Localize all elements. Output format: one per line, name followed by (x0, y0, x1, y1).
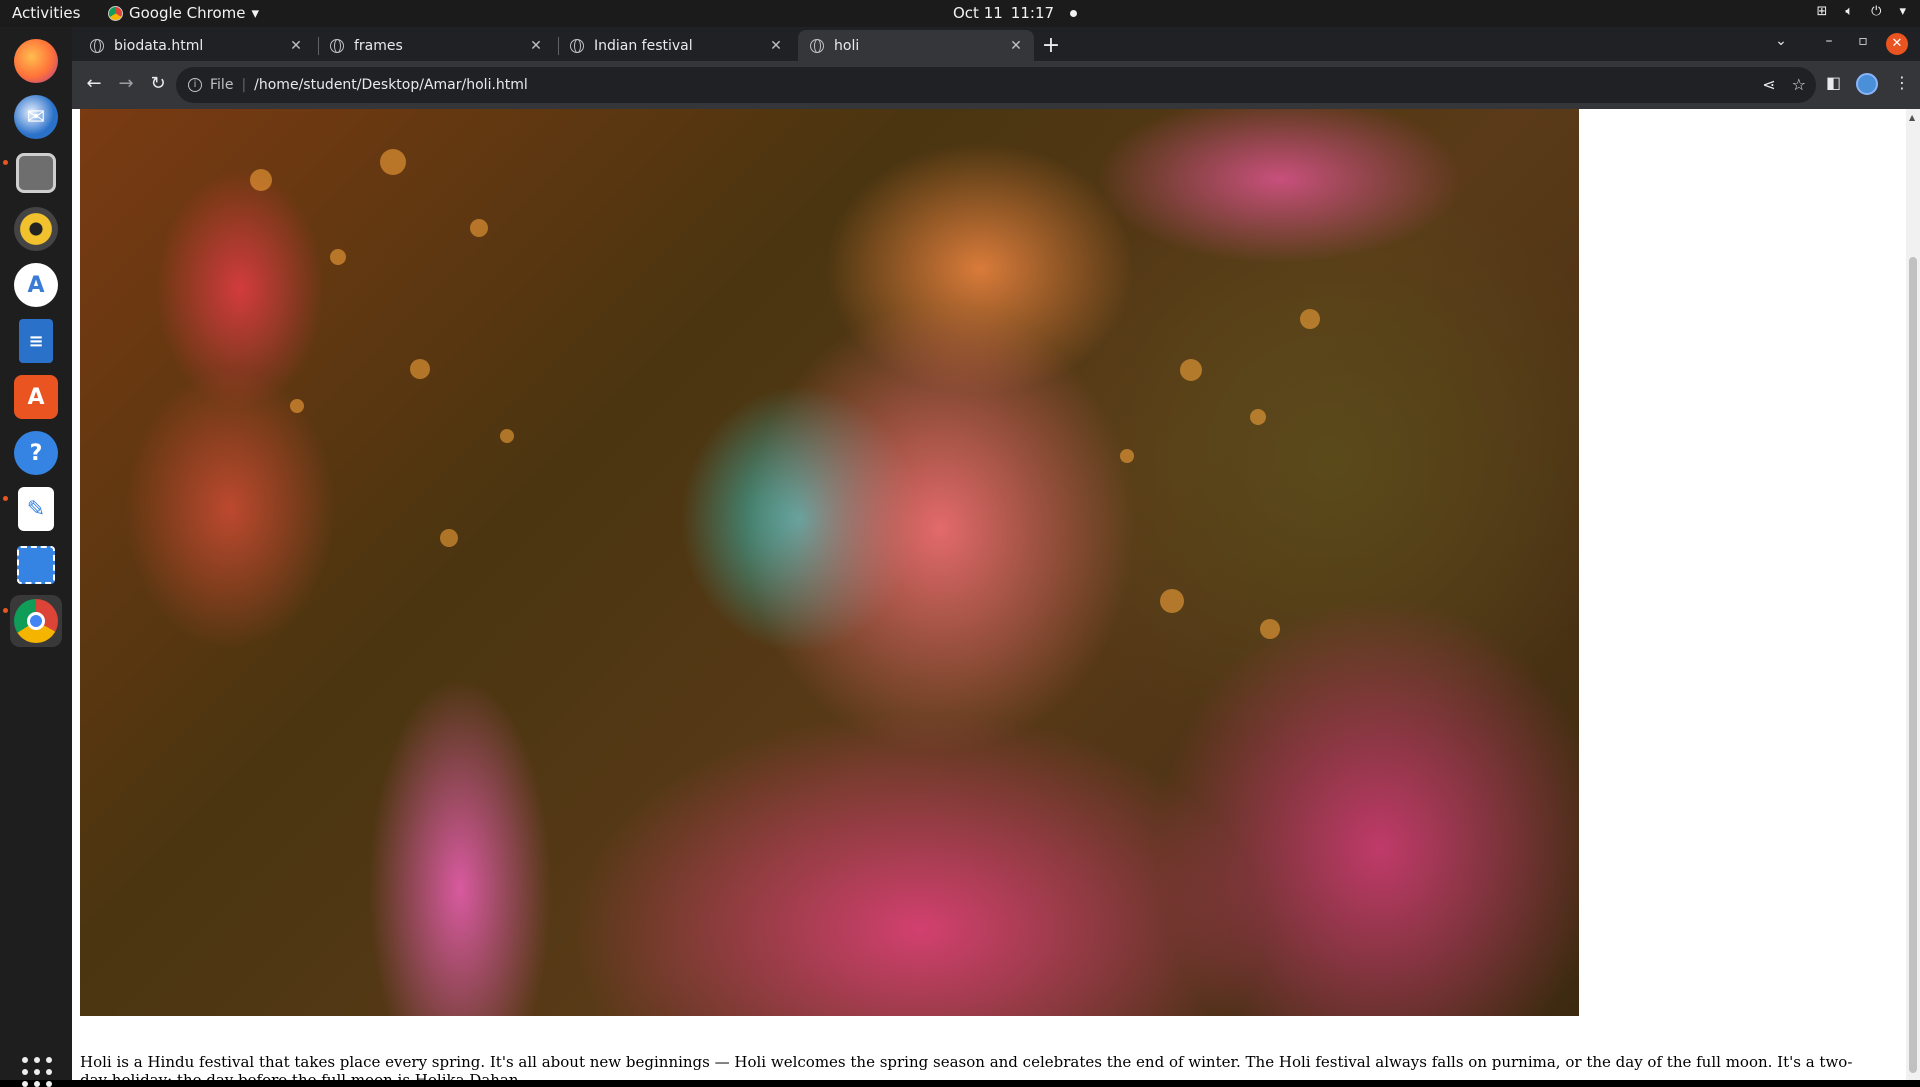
bookmark-star-icon[interactable]: ☆ (1792, 75, 1806, 94)
dock-screenshot[interactable] (10, 539, 62, 591)
caret-down-icon: ▾ (1899, 4, 1906, 19)
dock-android-studio[interactable]: A (10, 259, 62, 311)
browser-toolbar: ← → ↻ i File | /home/student/Desktop/Ama… (72, 61, 1920, 109)
dock-rhythmbox[interactable] (10, 203, 62, 255)
network-icon: ⊞ (1816, 4, 1828, 19)
scrollbar-thumb[interactable] (1909, 257, 1917, 1073)
forward-button[interactable]: → (114, 73, 138, 94)
tab-label: biodata.html (114, 37, 204, 54)
activities-button[interactable]: Activities (12, 4, 80, 22)
tab-search-icon[interactable]: ⌄ (1769, 33, 1793, 49)
app-menu[interactable]: Google Chrome ▾ (108, 4, 259, 22)
close-window-button[interactable]: ✕ (1886, 33, 1908, 55)
address-scheme: File (210, 77, 234, 93)
address-url: /home/student/Desktop/Amar/holi.html (254, 77, 528, 93)
android-studio-icon: A (14, 263, 58, 307)
vertical-scrollbar[interactable]: ▲ (1906, 109, 1920, 1080)
system-status-area[interactable]: ⊞ 🔈︎ ⏻ ▾ (1816, 4, 1906, 19)
scroll-up-icon[interactable]: ▲ (1909, 113, 1915, 122)
profile-avatar[interactable] (1856, 73, 1878, 95)
globe-icon (90, 38, 104, 53)
files-icon (16, 153, 56, 193)
dock-chrome[interactable] (10, 595, 62, 647)
running-indicator (3, 496, 8, 501)
screenshot-icon (17, 546, 55, 584)
system-top-bar: Activities Google Chrome ▾ Oct 11 11:17 … (0, 0, 1920, 27)
show-applications-icon[interactable] (22, 1057, 52, 1087)
kebab-menu-icon[interactable]: ⋮ (1894, 73, 1910, 92)
power-icon: ⏻ (1871, 4, 1882, 19)
dock-libreoffice-writer[interactable]: ≡ (10, 315, 62, 367)
maximize-button[interactable]: ▫ (1851, 33, 1875, 49)
minimize-button[interactable]: – (1817, 33, 1841, 49)
running-indicator (3, 160, 8, 165)
globe-icon (810, 38, 824, 53)
address-bar[interactable]: i File | /home/student/Desktop/Amar/holi… (176, 67, 1816, 103)
dock-firefox[interactable] (10, 35, 62, 87)
app-menu-label: Google Chrome (129, 4, 246, 22)
chrome-icon (14, 599, 58, 643)
globe-icon (570, 38, 584, 53)
holi-photo (80, 109, 1579, 1016)
running-indicator (3, 608, 8, 613)
globe-icon (330, 38, 344, 53)
clock-time: 11:17 (1010, 4, 1055, 22)
holi-description: Holi is a Hindu festival that takes plac… (80, 1053, 1853, 1080)
tab-label: Indian festival (594, 37, 693, 54)
close-tab-icon[interactable]: ✕ (766, 38, 786, 54)
reload-button[interactable]: ↻ (146, 73, 170, 94)
tab-biodata[interactable]: biodata.html ✕ (78, 30, 314, 61)
new-tab-button[interactable]: + (1038, 33, 1064, 58)
dock-ubuntu-software[interactable]: A (10, 371, 62, 423)
site-info-icon[interactable]: i (188, 78, 202, 92)
close-tab-icon[interactable]: ✕ (286, 38, 306, 54)
ubuntu-software-icon: A (14, 375, 58, 419)
clock[interactable]: Oct 11 11:17 (953, 4, 1078, 22)
volume-icon: 🔈︎ (1845, 4, 1854, 19)
back-button[interactable]: ← (82, 73, 106, 94)
share-icon[interactable]: ⋖ (1762, 75, 1775, 94)
text-editor-icon: ✎ (18, 487, 54, 531)
clock-date: Oct 11 (953, 4, 1003, 22)
dock-help[interactable]: ? (10, 427, 62, 479)
tab-indian-festival[interactable]: Indian festival ✕ (558, 30, 794, 61)
dock: ✉ A ≡ A ? ✎ (0, 27, 72, 1087)
address-divider: | (241, 77, 247, 93)
firefox-icon (14, 39, 58, 83)
dock-files[interactable] (10, 147, 62, 199)
tab-frames[interactable]: frames ✕ (318, 30, 554, 61)
page-viewport: Holi is a Hindu festival that takes plac… (72, 109, 1920, 1080)
notification-dot-icon (1070, 9, 1078, 17)
tab-strip: biodata.html ✕ frames ✕ Indian festival … (72, 27, 1920, 61)
libreoffice-writer-icon: ≡ (19, 319, 53, 363)
rhythmbox-icon (14, 207, 58, 251)
close-tab-icon[interactable]: ✕ (526, 38, 546, 54)
thunderbird-icon: ✉ (14, 95, 58, 139)
dock-text-editor[interactable]: ✎ (10, 483, 62, 535)
close-tab-icon[interactable]: ✕ (1006, 38, 1026, 54)
tab-holi[interactable]: holi ✕ (798, 30, 1034, 61)
chrome-small-icon (108, 5, 123, 21)
chrome-window: biodata.html ✕ frames ✕ Indian festival … (72, 27, 1920, 1080)
tab-label: holi (834, 37, 860, 54)
side-panel-icon[interactable]: ◧ (1826, 73, 1841, 92)
help-icon: ? (14, 431, 58, 475)
caret-down-icon: ▾ (251, 4, 260, 22)
tab-label: frames (354, 37, 403, 54)
dock-thunderbird[interactable]: ✉ (10, 91, 62, 143)
